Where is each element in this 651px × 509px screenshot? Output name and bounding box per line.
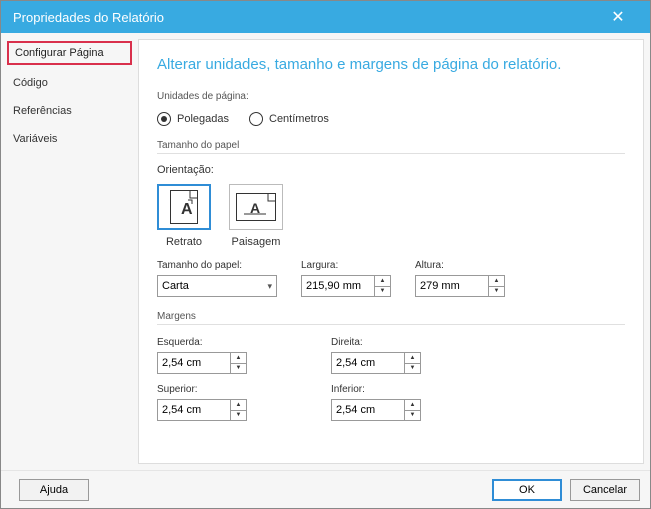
arrow-down-icon[interactable]: ▼ (405, 364, 420, 374)
ok-button[interactable]: OK (492, 479, 562, 501)
report-properties-dialog: Propriedades do Relatório ✕ Configurar P… (0, 0, 651, 509)
field-label: Inferior: (331, 384, 481, 395)
page-heading: Alterar unidades, tamanho e margens de p… (157, 56, 625, 73)
orientation-label: Orientação: (157, 164, 625, 176)
width-spinner[interactable]: ▲ ▼ (301, 275, 391, 297)
arrow-down-icon[interactable]: ▼ (231, 411, 246, 421)
arrow-up-icon[interactable]: ▲ (405, 353, 420, 364)
spinner-arrows: ▲▼ (404, 400, 420, 420)
margin-bottom-spinner[interactable]: ▲▼ (331, 399, 421, 421)
papersize-section-label: Tamanho do papel (157, 140, 625, 154)
dialog-body: Configurar Página Código Referências Var… (1, 33, 650, 470)
field-margin-left: Esquerda: ▲▼ (157, 337, 307, 374)
spinner-arrows: ▲▼ (404, 353, 420, 373)
arrow-down-icon[interactable]: ▼ (489, 287, 504, 297)
margin-left-input[interactable] (158, 353, 230, 373)
select-value: Carta (162, 280, 189, 292)
sidebar-item-label: Código (13, 77, 48, 89)
close-button[interactable]: ✕ (598, 1, 638, 33)
button-label: OK (519, 484, 535, 496)
svg-text:A: A (181, 201, 193, 218)
field-width: Largura: ▲ ▼ (301, 260, 391, 297)
arrow-up-icon[interactable]: ▲ (405, 400, 420, 411)
arrow-up-icon[interactable]: ▲ (231, 353, 246, 364)
spinner-arrows: ▲▼ (230, 353, 246, 373)
arrow-up-icon[interactable]: ▲ (231, 400, 246, 411)
papersize-select[interactable]: Carta ▾ (157, 275, 277, 297)
spinner-arrows: ▲▼ (230, 400, 246, 420)
field-papersize: Tamanho do papel: Carta ▾ (157, 260, 277, 297)
field-label: Superior: (157, 384, 307, 395)
margin-left-spinner[interactable]: ▲▼ (157, 352, 247, 374)
height-spinner[interactable]: ▲ ▼ (415, 275, 505, 297)
sidebar-item-code[interactable]: Código (7, 73, 132, 93)
sidebar-item-variables[interactable]: Variáveis (7, 129, 132, 149)
spinner-arrows: ▲ ▼ (374, 276, 390, 296)
radio-label: Polegadas (177, 113, 229, 125)
orientation-portrait[interactable]: A Retrato (157, 184, 211, 248)
cancel-button[interactable]: Cancelar (570, 479, 640, 501)
width-input[interactable] (302, 276, 374, 296)
radio-centimeters[interactable]: Centímetros (249, 112, 329, 126)
radio-dot-icon (157, 112, 171, 126)
radio-dot-icon (249, 112, 263, 126)
margin-right-spinner[interactable]: ▲▼ (331, 352, 421, 374)
arrow-up-icon[interactable]: ▲ (375, 276, 390, 287)
arrow-up-icon[interactable]: ▲ (489, 276, 504, 287)
sidebar-item-page-setup[interactable]: Configurar Página (7, 41, 132, 65)
margin-top-input[interactable] (158, 400, 230, 420)
orientation-group: A Retrato A Paisagem (157, 184, 625, 248)
button-label: Cancelar (583, 484, 627, 496)
content-panel: Alterar unidades, tamanho e margens de p… (138, 39, 644, 464)
arrow-down-icon[interactable]: ▼ (231, 364, 246, 374)
field-label: Tamanho do papel: (157, 260, 277, 271)
sidebar-item-label: Configurar Página (15, 47, 104, 59)
help-button[interactable]: Ajuda (19, 479, 89, 501)
field-margin-top: Superior: ▲▼ (157, 384, 307, 421)
sidebar-item-label: Referências (13, 105, 72, 117)
landscape-icon: A (229, 184, 283, 230)
field-height: Altura: ▲ ▼ (415, 260, 505, 297)
arrow-down-icon[interactable]: ▼ (375, 287, 390, 297)
units-radio-group: Polegadas Centímetros (157, 112, 625, 126)
radio-inches[interactable]: Polegadas (157, 112, 229, 126)
sidebar-item-label: Variáveis (13, 133, 57, 145)
orientation-landscape[interactable]: A Paisagem (229, 184, 283, 248)
dialog-title: Propriedades do Relatório (13, 10, 598, 25)
footer: Ajuda OK Cancelar (1, 470, 650, 508)
field-label: Altura: (415, 260, 505, 271)
orientation-label-text: Paisagem (232, 236, 281, 248)
close-icon: ✕ (611, 7, 624, 27)
field-label: Esquerda: (157, 337, 307, 348)
sidebar: Configurar Página Código Referências Var… (1, 33, 138, 470)
radio-label: Centímetros (269, 113, 329, 125)
margin-bottom-input[interactable] (332, 400, 404, 420)
sidebar-item-references[interactable]: Referências (7, 101, 132, 121)
portrait-icon: A (157, 184, 211, 230)
chevron-down-icon: ▾ (267, 281, 272, 292)
field-margin-bottom: Inferior: ▲▼ (331, 384, 481, 421)
papersize-fields: Tamanho do papel: Carta ▾ Largura: ▲ ▼ (157, 260, 625, 297)
margin-right-input[interactable] (332, 353, 404, 373)
margin-top-spinner[interactable]: ▲▼ (157, 399, 247, 421)
orientation-label-text: Retrato (166, 236, 202, 248)
arrow-down-icon[interactable]: ▼ (405, 411, 420, 421)
units-section-label: Unidades de página: (157, 91, 625, 102)
button-label: Ajuda (40, 484, 68, 496)
margins-grid: Esquerda: ▲▼ Direita: ▲▼ Superior: (157, 337, 625, 421)
spinner-arrows: ▲ ▼ (488, 276, 504, 296)
margins-section-label: Margens (157, 311, 625, 325)
field-label: Direita: (331, 337, 481, 348)
field-margin-right: Direita: ▲▼ (331, 337, 481, 374)
titlebar: Propriedades do Relatório ✕ (1, 1, 650, 33)
height-input[interactable] (416, 276, 488, 296)
field-label: Largura: (301, 260, 391, 271)
